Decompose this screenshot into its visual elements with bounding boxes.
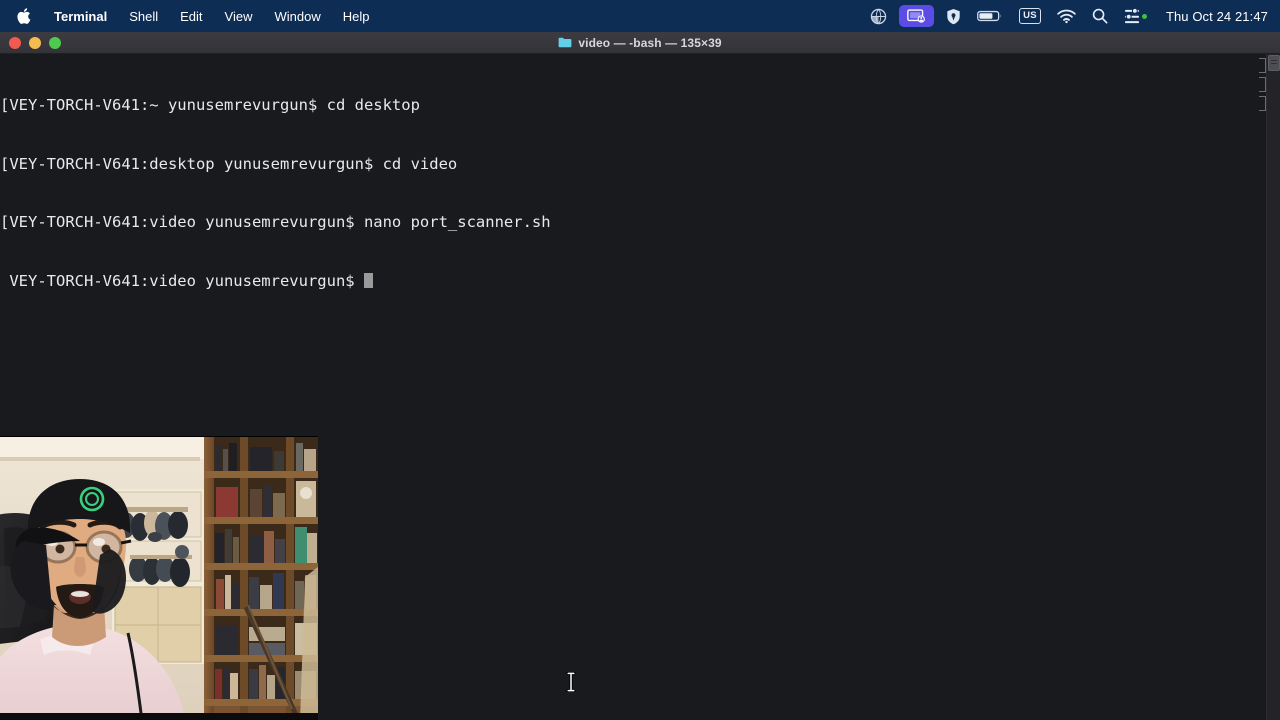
line-wrap-marker [1259, 96, 1266, 111]
block-cursor [363, 272, 373, 288]
scrollbar-thumb[interactable] [1268, 55, 1280, 71]
menu-item-help[interactable]: Help [332, 0, 381, 32]
control-center-icon[interactable] [1117, 0, 1154, 32]
menu-item-window[interactable]: Window [264, 0, 332, 32]
menu-item-label: View [224, 8, 253, 24]
menu-bar-clock[interactable]: Thu Oct 24 21:47 [1156, 9, 1268, 24]
line-wrap-marker [1259, 77, 1266, 92]
menu-item-view[interactable]: View [214, 0, 264, 32]
search-icon[interactable] [1085, 0, 1115, 32]
vpn-globe-icon[interactable] [863, 0, 894, 32]
line-wrap-markers [1256, 54, 1266, 720]
line-wrap-marker [1259, 58, 1266, 73]
screen-sharing-icon[interactable] [899, 5, 935, 27]
keyboard-input-icon[interactable]: US [1012, 0, 1048, 32]
menu-item-edit[interactable]: Edit [169, 0, 213, 32]
window-controls [0, 36, 61, 49]
window-title-text: video — -bash — 135×39 [578, 35, 722, 50]
folder-icon [558, 37, 572, 48]
menu-item-terminal[interactable]: Terminal [43, 0, 118, 32]
menu-bar: Terminal Shell Edit View Window Help US … [0, 0, 1280, 32]
menu-item-shell[interactable]: Shell [118, 0, 169, 32]
terminal-line: [VEY-TORCH-V641:desktop yunusemrevurgun$… [0, 154, 458, 173]
terminal-output: [VEY-TORCH-V641:~ yunusemrevurgun$ cd de… [0, 54, 551, 330]
menu-bar-left: Terminal Shell Edit View Window Help [0, 0, 381, 32]
text-ibeam-cursor [566, 671, 576, 693]
recording-indicator-dot [1141, 13, 1147, 19]
apple-logo-icon[interactable] [10, 7, 43, 25]
menu-item-label: Help [342, 8, 370, 24]
terminal-line-prompt: VEY-TORCH-V641:video yunusemrevurgun$ [0, 272, 551, 292]
wifi-icon[interactable] [1050, 0, 1083, 32]
maximize-button[interactable] [49, 36, 61, 49]
menu-bar-status-area: US Thu Oct 24 21:47 [863, 0, 1280, 32]
shield-icon[interactable] [939, 0, 968, 32]
close-button[interactable] [9, 36, 21, 49]
scrollbar-grip [1271, 60, 1277, 61]
terminal-prompt-text: VEY-TORCH-V641:video yunusemrevurgun$ [0, 271, 364, 290]
webcam-overlay[interactable] [0, 436, 318, 720]
screen: Terminal Shell Edit View Window Help US … [0, 0, 1280, 720]
minimize-button[interactable] [29, 36, 41, 49]
menu-item-label: Window [274, 8, 321, 24]
window-title: video — -bash — 135×39 [0, 32, 1280, 53]
window-titlebar[interactable]: video — -bash — 135×39 [0, 32, 1280, 54]
keyboard-input-label: US [1019, 7, 1041, 25]
vertical-scrollbar[interactable] [1266, 54, 1280, 720]
menu-item-label: Terminal [54, 8, 108, 24]
menu-item-label: Edit [180, 8, 203, 24]
terminal-line: [VEY-TORCH-V641:~ yunusemrevurgun$ cd de… [0, 96, 420, 114]
terminal-line: [VEY-TORCH-V641:video yunusemrevurgun$ n… [0, 213, 551, 231]
menu-item-label: Shell [129, 8, 159, 24]
battery-icon[interactable] [970, 0, 1010, 32]
